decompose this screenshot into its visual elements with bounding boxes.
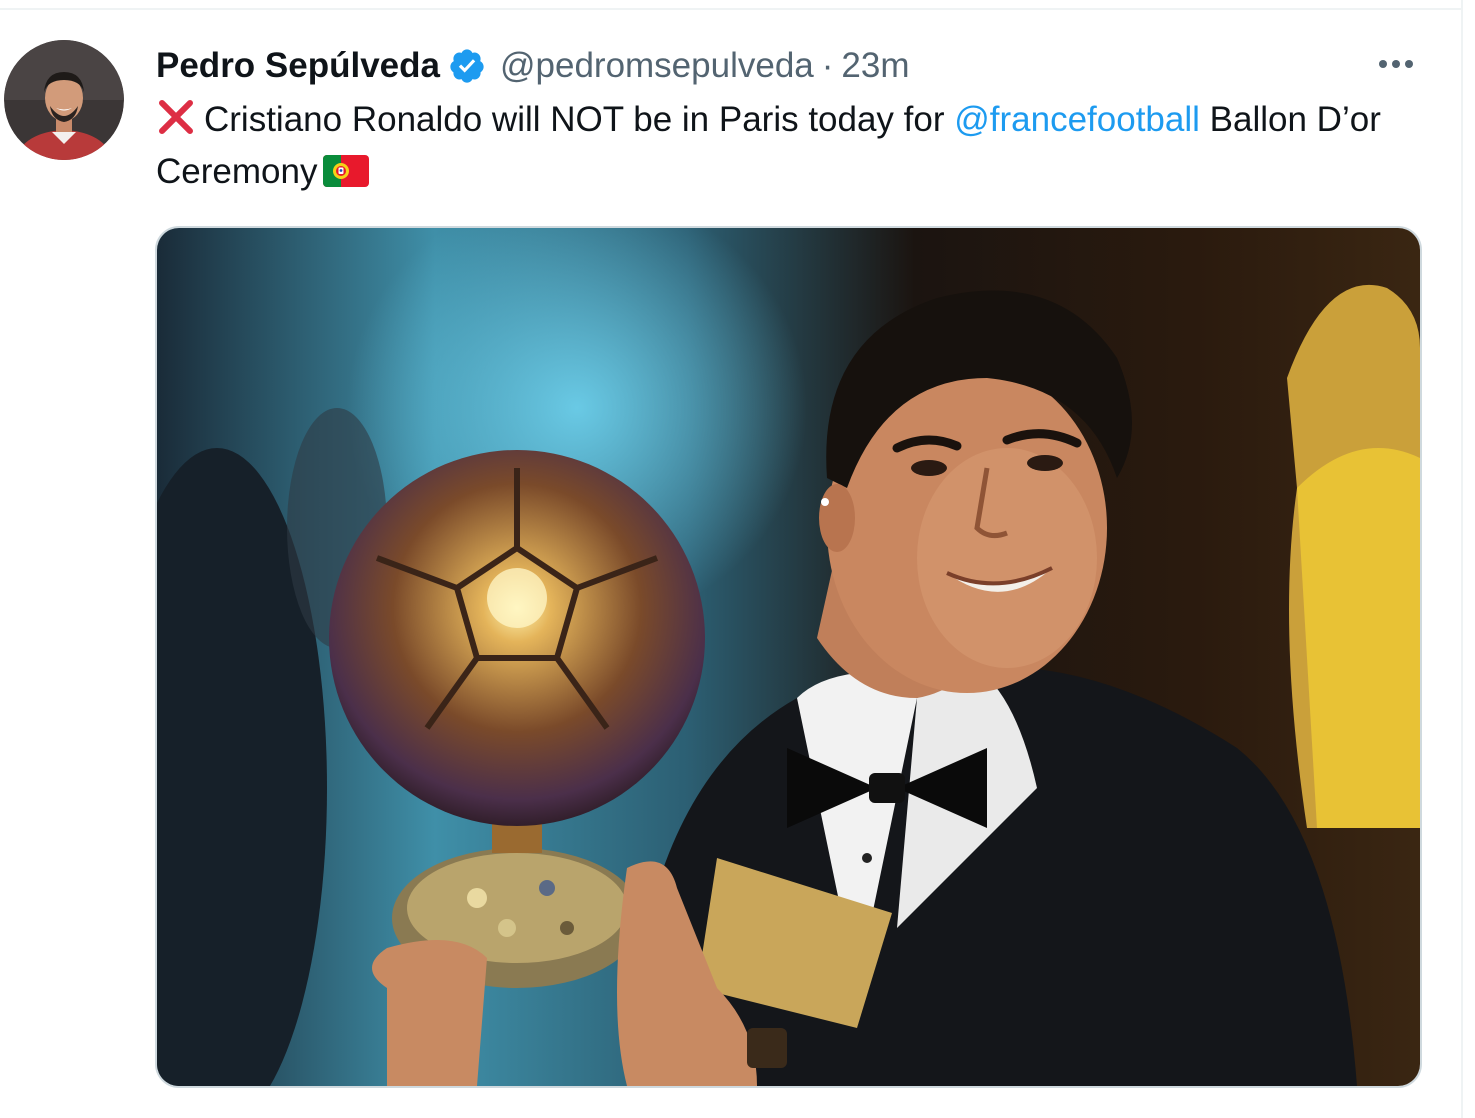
tweet-timestamp[interactable]: 23m <box>841 40 909 92</box>
tweet-text-part1: Cristiano Ronaldo will NOT be in Paris t… <box>204 100 945 139</box>
tweet-text: Cristiano Ronaldo will NOT be in Paris t… <box>156 94 1436 198</box>
top-divider <box>0 0 1462 10</box>
tweet-photo[interactable] <box>155 226 1422 1088</box>
portugal-flag-icon <box>323 150 370 187</box>
more-horizontal-icon <box>1379 60 1413 68</box>
tweet-header: Pedro Sepúlveda @pedromsepulveda · 23m <box>156 40 910 92</box>
avatar[interactable] <box>4 40 124 160</box>
right-divider <box>1461 0 1463 1118</box>
verified-badge-icon <box>448 47 486 85</box>
author-display-name[interactable]: Pedro Sepúlveda <box>156 40 440 92</box>
mention-link[interactable]: @francefootball <box>954 100 1200 139</box>
more-options-button[interactable] <box>1372 48 1420 80</box>
cross-mark-icon <box>156 97 196 137</box>
author-handle[interactable]: @pedromsepulveda <box>500 40 814 92</box>
header-separator: · <box>821 46 834 85</box>
